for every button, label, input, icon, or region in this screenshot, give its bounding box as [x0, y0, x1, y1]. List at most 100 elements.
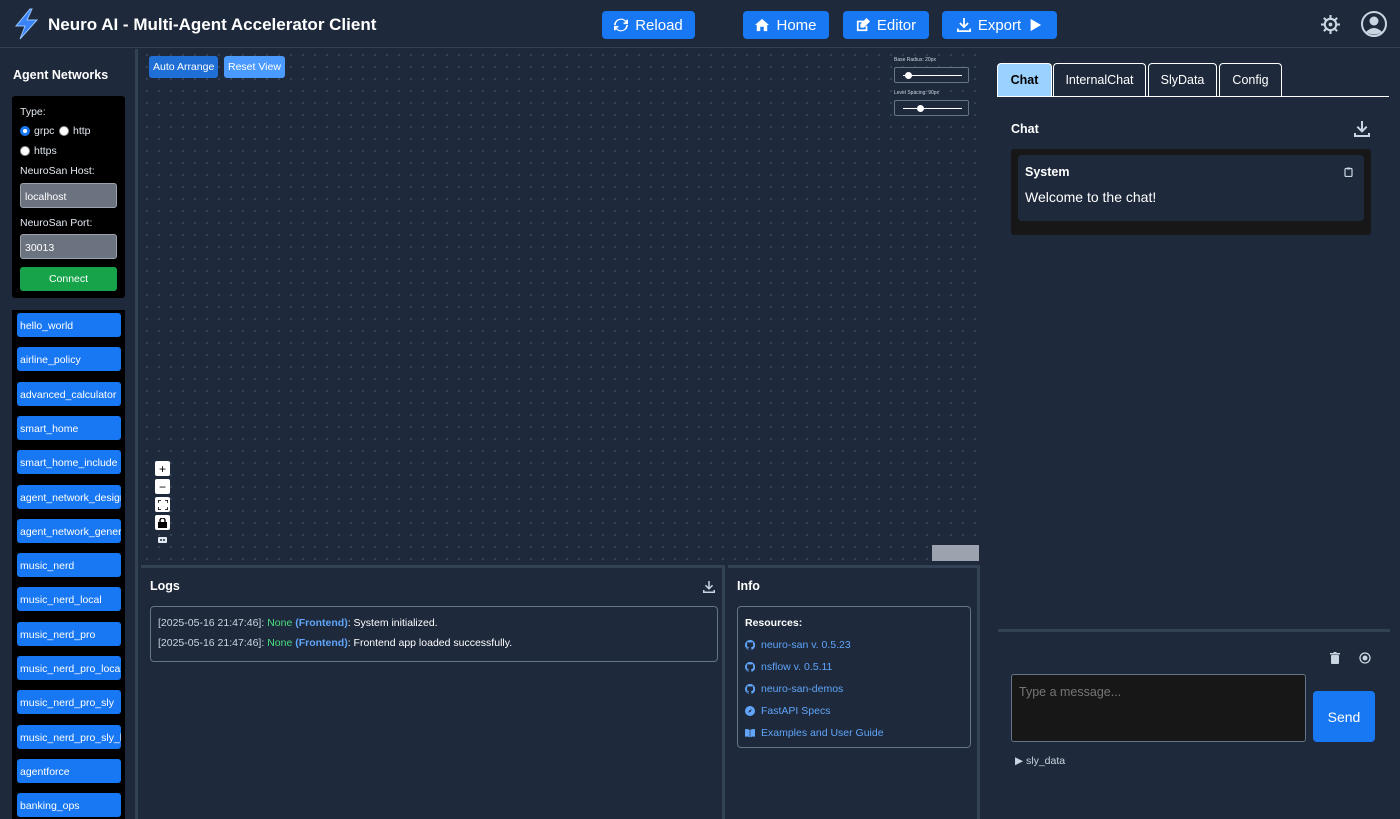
network-item[interactable]: airline_policy — [17, 347, 121, 372]
record-icon[interactable] — [1359, 652, 1371, 664]
radio-dot-selected[interactable] — [20, 126, 30, 136]
slider-knob[interactable] — [917, 105, 925, 112]
network-item[interactable]: hello_world — [17, 313, 121, 337]
download-icon — [956, 18, 971, 32]
level-spacing-label: Level Spacing: 90px — [894, 90, 940, 96]
home-icon — [755, 18, 770, 32]
host-input[interactable]: localhost — [20, 183, 117, 208]
log-box: [2025-05-16 21:47:46]: None (Frontend) : … — [150, 606, 718, 662]
radio-https[interactable]: https — [20, 145, 57, 157]
link-neuro-san[interactable]: neuro-san v. 0.5.23 — [745, 639, 851, 651]
network-item[interactable]: smart_home_include — [17, 450, 121, 475]
github-icon — [745, 640, 755, 650]
resources-title: Resources: — [745, 617, 803, 629]
log-level: None — [267, 637, 293, 649]
export-button[interactable]: Export — [942, 11, 1057, 39]
user-avatar-icon[interactable] — [1361, 11, 1387, 37]
resources-box: Resources: neuro-san v. 0.5.23 nsflow v.… — [737, 606, 971, 748]
export-label: Export — [977, 16, 1022, 34]
slider-track — [903, 108, 962, 109]
compass-icon — [745, 706, 755, 716]
info-title: Info — [737, 579, 760, 593]
book-icon — [745, 729, 755, 738]
lightning-logo-icon — [14, 8, 39, 40]
download-logs-icon[interactable] — [703, 581, 715, 593]
message-text: Welcome to the chat! — [1025, 189, 1157, 205]
base-radius-label: Base Radius: 20px — [894, 57, 936, 63]
github-icon — [745, 662, 755, 672]
download-chat-icon[interactable] — [1354, 121, 1370, 137]
network-item[interactable]: music_nerd_pro_sly — [17, 690, 121, 715]
network-item[interactable]: agentforce — [17, 758, 121, 783]
reload-label: Reload — [635, 16, 683, 34]
logs-panel: Logs [2025-05-16 21:47:46]: None (Fronte… — [141, 565, 725, 819]
network-item[interactable]: music_nerd_local — [17, 587, 121, 612]
chat-messages: System Welcome to the chat! — [1011, 149, 1371, 235]
slider-knob[interactable] — [904, 72, 912, 79]
host-label: NeuroSan Host: — [20, 165, 95, 177]
graph-canvas[interactable]: Auto Arrange Reset View Base Radius: 20p… — [141, 49, 980, 562]
tab-chat[interactable]: Chat — [997, 63, 1052, 96]
radio-dot[interactable] — [59, 126, 69, 136]
tab-sly-data[interactable]: SlyData — [1148, 63, 1217, 96]
network-item[interactable]: banking_ops — [17, 793, 121, 818]
tab-config[interactable]: Config — [1219, 63, 1282, 96]
network-item[interactable]: agent_network_generator — [17, 518, 121, 543]
network-item[interactable]: smart_home — [17, 415, 121, 440]
network-item[interactable]: music_nerd_pro — [17, 621, 121, 646]
network-item[interactable]: music_nerd_pro_local — [17, 656, 121, 680]
log-level: None — [267, 617, 293, 629]
link-label: nsflow v. 0.5.11 — [761, 661, 833, 673]
radio-dot[interactable] — [20, 146, 30, 156]
type-label: Type: — [20, 106, 46, 118]
reset-view-button[interactable]: Reset View — [224, 56, 285, 78]
gear-icon[interactable] — [1321, 15, 1340, 34]
network-item[interactable]: music_nerd_pro_sly_local — [17, 724, 121, 749]
radio-https-label: https — [34, 145, 57, 157]
link-label: Examples and User Guide — [761, 727, 884, 739]
network-item[interactable]: advanced_calculator — [17, 381, 121, 406]
log-entry: [2025-05-16 21:47:46]: None (Frontend): … — [158, 617, 438, 629]
send-button[interactable]: Send — [1313, 691, 1375, 742]
radio-http-label: http — [73, 125, 91, 137]
base-radius-slider[interactable] — [894, 67, 969, 83]
link-fastapi-specs[interactable]: FastAPI Specs — [745, 705, 830, 717]
log-timestamp: [2025-05-16 21:47:46]: — [158, 617, 265, 629]
chat-divider — [998, 629, 1390, 632]
log-message: : Frontend app loaded successfully. — [347, 637, 513, 649]
zoom-in-icon[interactable]: + — [155, 461, 170, 476]
network-list: hello_world airline_policy advanced_calcul… — [12, 310, 125, 819]
zoom-out-icon[interactable]: − — [155, 479, 170, 494]
auto-arrange-button[interactable]: Auto Arrange — [149, 56, 219, 78]
sly-data-toggle[interactable]: ▶ sly_data — [1015, 755, 1065, 767]
link-neuro-san-demos[interactable]: neuro-san-demos — [745, 683, 843, 695]
link-user-guide[interactable]: Examples and User Guide — [745, 727, 884, 739]
radio-http[interactable]: http — [59, 125, 91, 137]
home-label: Home — [776, 16, 817, 34]
level-spacing-slider[interactable] — [894, 100, 969, 116]
log-source: (Frontend) — [295, 617, 348, 629]
port-input[interactable]: 30013 — [20, 234, 117, 259]
network-item[interactable]: music_nerd — [17, 553, 121, 578]
tab-internal-chat[interactable]: InternalChat — [1053, 63, 1146, 96]
link-nsflow[interactable]: nsflow v. 0.5.11 — [745, 661, 832, 673]
refresh-icon — [614, 18, 629, 32]
trash-icon[interactable] — [1329, 652, 1341, 664]
radio-grpc[interactable]: grpc — [20, 125, 54, 137]
message-input[interactable] — [1011, 674, 1306, 742]
lock-icon[interactable] — [155, 515, 170, 530]
copy-icon[interactable] — [1344, 167, 1353, 177]
attribution-icon — [158, 537, 167, 543]
editor-button[interactable]: Editor — [843, 11, 929, 39]
fit-view-icon[interactable] — [155, 497, 170, 512]
connect-button[interactable]: Connect — [20, 267, 117, 291]
home-button[interactable]: Home — [743, 11, 829, 39]
app-title: Neuro AI - Multi-Agent Accelerator Clien… — [48, 15, 377, 34]
app-header: Neuro AI - Multi-Agent Accelerator Clien… — [0, 0, 1400, 48]
sidebar: Agent Networks Type: grpc http https Neu… — [0, 49, 138, 819]
edit-icon — [856, 18, 870, 32]
link-label: neuro-san-demos — [761, 683, 844, 695]
network-item[interactable]: agent_network_designer — [17, 484, 121, 509]
reload-button[interactable]: Reload — [602, 11, 695, 39]
minimap[interactable] — [932, 545, 979, 561]
